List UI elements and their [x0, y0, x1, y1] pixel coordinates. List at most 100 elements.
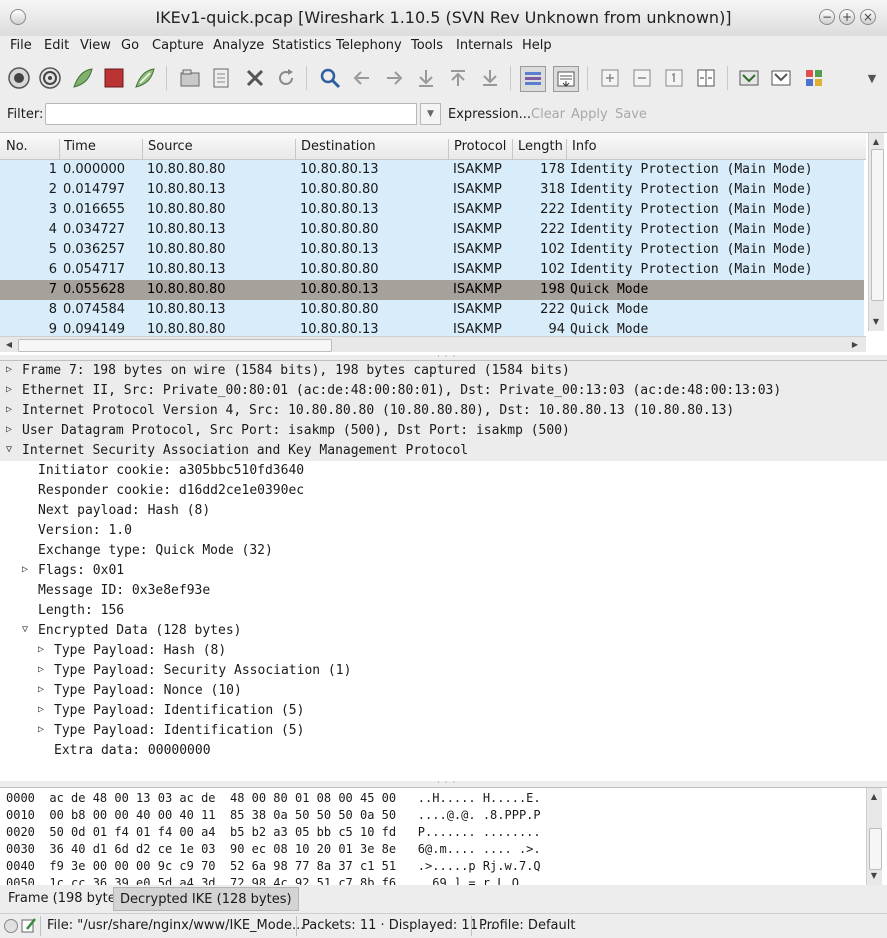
menu-edit[interactable]: Edit	[44, 38, 69, 53]
go-first-packet-icon[interactable]	[446, 66, 470, 90]
column-header-source[interactable]: Source	[148, 139, 193, 154]
expand-triangle-icon[interactable]: ▷	[6, 384, 12, 395]
detail-row[interactable]: ▷ Type Payload: Identification (5)	[0, 701, 887, 721]
packet-list-hscroll[interactable]: ◀ ▶	[0, 336, 866, 352]
detail-row[interactable]: ▷ Internet Protocol Version 4, Src: 10.80…	[0, 401, 887, 421]
save-file-icon[interactable]	[209, 66, 233, 90]
bytes-vscroll[interactable]: ▲ ▼	[866, 788, 882, 885]
detail-row[interactable]: ▷ Type Payload: Nonce (10)	[0, 681, 887, 701]
scroll-up-icon[interactable]: ▲	[869, 137, 883, 146]
expand-triangle-icon[interactable]: ▷	[22, 564, 28, 575]
column-header-time[interactable]: Time	[64, 139, 96, 154]
capture-options-icon[interactable]	[38, 66, 62, 90]
packet-row[interactable]: 7 0.055628 10.80.80.80 10.80.80.13 ISAKMP 198…	[0, 280, 864, 300]
expand-triangle-icon[interactable]: ▷	[38, 664, 44, 675]
expand-triangle-icon[interactable]: ▷	[6, 404, 12, 415]
go-to-packet-icon[interactable]	[414, 66, 438, 90]
detail-row[interactable]: ▷ Type Payload: Hash (8)	[0, 641, 887, 661]
detail-row[interactable]: ▽ Encrypted Data (128 bytes)	[0, 621, 887, 641]
menu-go[interactable]: Go	[121, 38, 139, 53]
collapse-triangle-icon[interactable]: ▽	[6, 444, 12, 455]
scroll-left-icon[interactable]: ◀	[2, 340, 16, 349]
capture-filters-icon[interactable]	[737, 66, 761, 90]
colorize-icon[interactable]	[520, 66, 546, 92]
capture-comment-icon[interactable]	[21, 917, 37, 933]
expand-triangle-icon[interactable]: ▷	[38, 724, 44, 735]
detail-row[interactable]: ▷ Ethernet II, Src: Private_00:80:01 (ac:…	[0, 381, 887, 401]
column-header-length[interactable]: Length	[518, 139, 563, 154]
find-packet-icon[interactable]	[318, 66, 342, 90]
tab-decrypted-ike[interactable]: Decrypted IKE (128 bytes)	[113, 887, 299, 911]
reload-icon[interactable]	[274, 66, 298, 90]
close-icon[interactable]: ×	[860, 9, 876, 25]
maximize-icon[interactable]: +	[839, 9, 855, 25]
menu-internals[interactable]: Internals	[456, 38, 513, 53]
coloring-rules-icon[interactable]	[803, 66, 827, 90]
go-back-icon[interactable]	[350, 66, 374, 90]
menu-analyze[interactable]: Analyze	[213, 38, 264, 53]
menu-telephony[interactable]: Telephony	[336, 38, 402, 53]
menu-statistics[interactable]: Statistics	[272, 38, 331, 53]
collapse-triangle-icon[interactable]: ▽	[22, 624, 28, 635]
menu-tools[interactable]: Tools	[411, 38, 443, 53]
minimize-icon[interactable]: −	[819, 9, 835, 25]
hex-row[interactable]: 0020 50 0d 01 f4 01 f4 00 a4 b5 b2 a3 05…	[6, 825, 541, 839]
go-forward-icon[interactable]	[382, 66, 406, 90]
expand-triangle-icon[interactable]: ▷	[38, 644, 44, 655]
restart-capture-icon[interactable]	[133, 66, 157, 90]
hex-row[interactable]: 0000 ac de 48 00 13 03 ac de 48 00 80 01…	[6, 791, 541, 805]
filter-dropdown-icon[interactable]: ▼	[420, 103, 441, 125]
clear-button[interactable]: Clear	[531, 107, 565, 122]
zoom-in-icon[interactable]	[598, 66, 622, 90]
close-file-icon[interactable]	[243, 66, 267, 90]
menu-capture[interactable]: Capture	[152, 38, 204, 53]
packet-row[interactable]: 4 0.034727 10.80.80.13 10.80.80.80 ISAKMP 222…	[0, 220, 864, 240]
scroll-down-icon[interactable]: ▼	[869, 317, 883, 326]
menu-help[interactable]: Help	[522, 38, 552, 53]
filter-input[interactable]	[45, 103, 417, 125]
hex-row[interactable]: 0040 f9 3e 00 00 00 9c c9 70 52 6a 98 77…	[6, 859, 541, 873]
packet-row[interactable]: 6 0.054717 10.80.80.13 10.80.80.80 ISAKMP 102…	[0, 260, 864, 280]
packet-row[interactable]: 2 0.014797 10.80.80.13 10.80.80.80 ISAKMP 318…	[0, 180, 864, 200]
packet-list-vscroll[interactable]: ▲ ▼	[868, 133, 884, 331]
detail-row[interactable]: ▷ Frame 7: 198 bytes on wire (1584 bits),…	[0, 361, 887, 381]
expert-info-icon[interactable]	[4, 919, 18, 933]
interfaces-icon[interactable]	[7, 66, 31, 90]
column-header-protocol[interactable]: Protocol	[454, 139, 506, 154]
scroll-up-icon[interactable]: ▲	[867, 792, 881, 801]
detail-row[interactable]: ▷ User Datagram Protocol, Src Port: isakm…	[0, 421, 887, 441]
detail-row[interactable]: ▷ Flags: 0x01	[0, 561, 887, 581]
column-header-info[interactable]: Info	[572, 139, 597, 154]
detail-row[interactable]: ▷ Type Payload: Security Association (1)	[0, 661, 887, 681]
scroll-right-icon[interactable]: ▶	[848, 340, 862, 349]
packet-row[interactable]: 8 0.074584 10.80.80.13 10.80.80.80 ISAKMP 222…	[0, 300, 864, 320]
go-last-packet-icon[interactable]	[478, 66, 502, 90]
normal-size-icon[interactable]	[662, 66, 686, 90]
detail-row[interactable]: ▽ Internet Security Association and Key M…	[0, 441, 887, 461]
menu-file[interactable]: File	[10, 38, 32, 53]
expand-triangle-icon[interactable]: ▷	[6, 424, 12, 435]
save-button[interactable]: Save	[615, 107, 647, 122]
open-file-icon[interactable]	[178, 66, 202, 90]
hex-row[interactable]: 0030 36 40 d1 6d d2 ce 1e 03 90 ec 08 10…	[6, 842, 541, 856]
expand-triangle-icon[interactable]: ▷	[6, 364, 12, 375]
display-filters-icon[interactable]	[769, 66, 793, 90]
packet-row[interactable]: 1 0.000000 10.80.80.80 10.80.80.13 ISAKMP 178…	[0, 160, 864, 180]
menu-view[interactable]: View	[80, 38, 111, 53]
auto-scroll-icon[interactable]	[553, 66, 579, 92]
toolbar-overflow-icon[interactable]: ▼	[860, 66, 884, 90]
column-header-destination[interactable]: Destination	[301, 139, 376, 154]
expand-triangle-icon[interactable]: ▷	[38, 704, 44, 715]
zoom-out-icon[interactable]	[630, 66, 654, 90]
stop-capture-icon[interactable]	[102, 66, 126, 90]
resize-columns-icon[interactable]	[694, 66, 718, 90]
scroll-down-icon[interactable]: ▼	[867, 871, 881, 880]
expand-triangle-icon[interactable]: ▷	[38, 684, 44, 695]
expression-button[interactable]: Expression...	[448, 107, 531, 122]
packet-row[interactable]: 3 0.016655 10.80.80.80 10.80.80.13 ISAKMP 222…	[0, 200, 864, 220]
detail-row[interactable]: ▷ Type Payload: Identification (5)	[0, 721, 887, 741]
column-header-no[interactable]: No.	[6, 139, 28, 154]
apply-button[interactable]: Apply	[571, 107, 608, 122]
hex-row[interactable]: 0010 00 b8 00 00 40 00 40 11 85 38 0a 50…	[6, 808, 541, 822]
start-capture-icon[interactable]	[71, 66, 95, 90]
